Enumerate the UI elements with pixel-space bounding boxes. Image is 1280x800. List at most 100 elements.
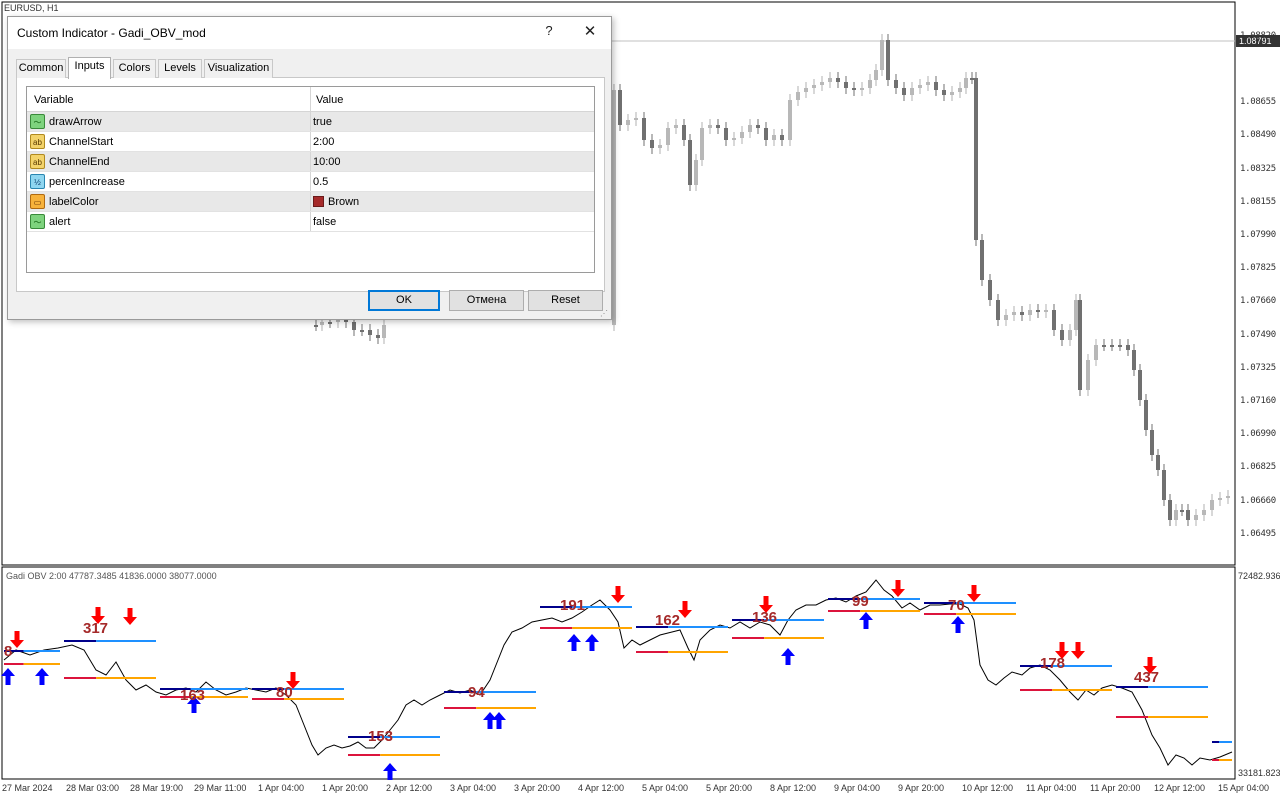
price-axis-label: 1.06660: [1240, 495, 1276, 506]
channel-count-label: 136: [752, 609, 778, 626]
dialog-titlebar[interactable]: Custom Indicator - Gadi_OBV_mod ? ✕: [8, 17, 611, 49]
resize-grip-icon[interactable]: ⋰: [600, 309, 610, 319]
ok-button[interactable]: OK: [368, 290, 440, 311]
candle-body: [688, 140, 692, 185]
reset-button[interactable]: Reset: [528, 290, 603, 311]
row-value[interactable]: 0.5: [313, 176, 328, 188]
color-swatch[interactable]: [313, 196, 324, 207]
indicator-scale-bottom: 33181.823: [1238, 768, 1280, 778]
candle-body: [1202, 510, 1206, 515]
close-icon[interactable]: ✕: [580, 22, 600, 40]
dialog-title: Custom Indicator - Gadi_OBV_mod: [17, 26, 206, 40]
candle-body: [1086, 360, 1090, 390]
string-icon: ab: [30, 154, 45, 169]
candle-body: [694, 160, 698, 185]
candle-body: [1156, 455, 1160, 470]
candle-body: [996, 300, 1000, 320]
terminal-window: EURUSD, H1 Gadi OBV 2:00 47787.3485 4183…: [0, 0, 1280, 800]
tab-colors[interactable]: Colors: [113, 59, 156, 78]
candle-body: [748, 125, 752, 132]
price-axis-label: 1.08155: [1240, 196, 1276, 207]
down-arrow-icon: [611, 586, 625, 603]
channel-count-label: 70: [948, 597, 965, 614]
candle-body: [634, 118, 638, 120]
tab-levels[interactable]: Levels: [158, 59, 202, 78]
candle-body: [612, 90, 616, 325]
time-axis-label: 1 Apr 20:00: [322, 783, 369, 793]
candle-body: [880, 40, 884, 70]
channel-count-label: 437: [1134, 669, 1160, 686]
up-arrow-icon: [859, 612, 873, 629]
time-axis-label: 10 Apr 12:00: [962, 783, 1014, 793]
candle-body: [1194, 515, 1198, 520]
channel-count-label: 178: [1040, 655, 1066, 672]
channel-count-label: 163: [180, 687, 206, 704]
candle-body: [682, 125, 686, 140]
candle-body: [360, 330, 364, 332]
tab-visualization[interactable]: Visualization: [204, 59, 273, 78]
table-row[interactable]: ab ChannelEnd 10:00: [27, 152, 594, 172]
string-icon: ab: [30, 134, 45, 149]
table-row[interactable]: 〜 drawArrow true: [27, 112, 594, 132]
row-value[interactable]: true: [313, 116, 332, 128]
candle-body: [1138, 370, 1142, 400]
time-axis-label: 11 Apr 04:00: [1026, 783, 1077, 793]
candle-body: [886, 40, 890, 80]
up-arrow-icon: [35, 668, 49, 685]
candle-body: [1174, 510, 1178, 520]
candle-body: [336, 320, 340, 322]
inputs-table[interactable]: Variable Value 〜 drawArrow true ab Chann…: [26, 86, 595, 273]
col-variable[interactable]: Variable: [34, 94, 74, 106]
candle-body: [1060, 330, 1064, 340]
channel-count-label: 94: [468, 684, 485, 701]
row-value[interactable]: Brown: [328, 196, 359, 208]
candle-body: [642, 118, 646, 140]
tab-inputs[interactable]: Inputs: [68, 57, 111, 79]
candle-body: [788, 100, 792, 140]
table-row[interactable]: ab ChannelStart 2:00: [27, 132, 594, 152]
candle-body: [756, 125, 760, 128]
row-value[interactable]: 10:00: [313, 156, 341, 168]
candle-body: [352, 322, 356, 330]
candle-body: [958, 88, 962, 92]
candle-body: [328, 322, 332, 324]
price-axis-label: 1.07660: [1240, 296, 1276, 307]
candle-body: [1218, 498, 1222, 500]
table-row[interactable]: 〜 alert false: [27, 212, 594, 232]
cancel-button[interactable]: Отмена: [449, 290, 524, 311]
help-button[interactable]: ?: [539, 23, 559, 38]
candle-body: [918, 85, 922, 88]
col-value[interactable]: Value: [316, 94, 343, 106]
row-value[interactable]: false: [313, 216, 336, 228]
candle-body: [626, 120, 630, 125]
candle-body: [926, 82, 930, 85]
candle-body: [844, 82, 848, 88]
candle-body: [1074, 300, 1078, 330]
candle-body: [700, 128, 704, 160]
candle-body: [1226, 496, 1230, 498]
custom-indicator-dialog[interactable]: Custom Indicator - Gadi_OBV_mod ? ✕ Comm…: [7, 16, 612, 320]
table-header: Variable Value: [27, 87, 594, 112]
row-value[interactable]: 2:00: [313, 136, 334, 148]
price-axis-label: 1.07990: [1240, 230, 1276, 240]
candle-body: [894, 80, 898, 88]
table-row[interactable]: ▭ labelColor Brown: [27, 192, 594, 212]
candle-body: [344, 320, 348, 322]
candle-body: [1052, 310, 1056, 330]
channel-count-label: 8: [4, 643, 13, 660]
table-row[interactable]: ½ percenIncrease 0.5: [27, 172, 594, 192]
price-axis-label: 1.06825: [1240, 462, 1276, 473]
down-arrow-icon: [678, 601, 692, 618]
candle-body: [934, 82, 938, 90]
candle-body: [618, 90, 622, 125]
chart-symbol-label: EURUSD, H1: [4, 3, 59, 13]
candle-body: [1036, 310, 1040, 312]
down-arrow-icon: [1071, 642, 1085, 659]
indicator-label: Gadi OBV 2:00 47787.3485 41836.0000 3807…: [6, 571, 217, 581]
candle-body: [1144, 400, 1148, 430]
tab-common[interactable]: Common: [16, 59, 66, 78]
candle-body: [970, 78, 974, 80]
candle-body: [666, 128, 670, 145]
candle-body: [740, 132, 744, 138]
price-axis-label: 1.08820: [1240, 31, 1276, 41]
